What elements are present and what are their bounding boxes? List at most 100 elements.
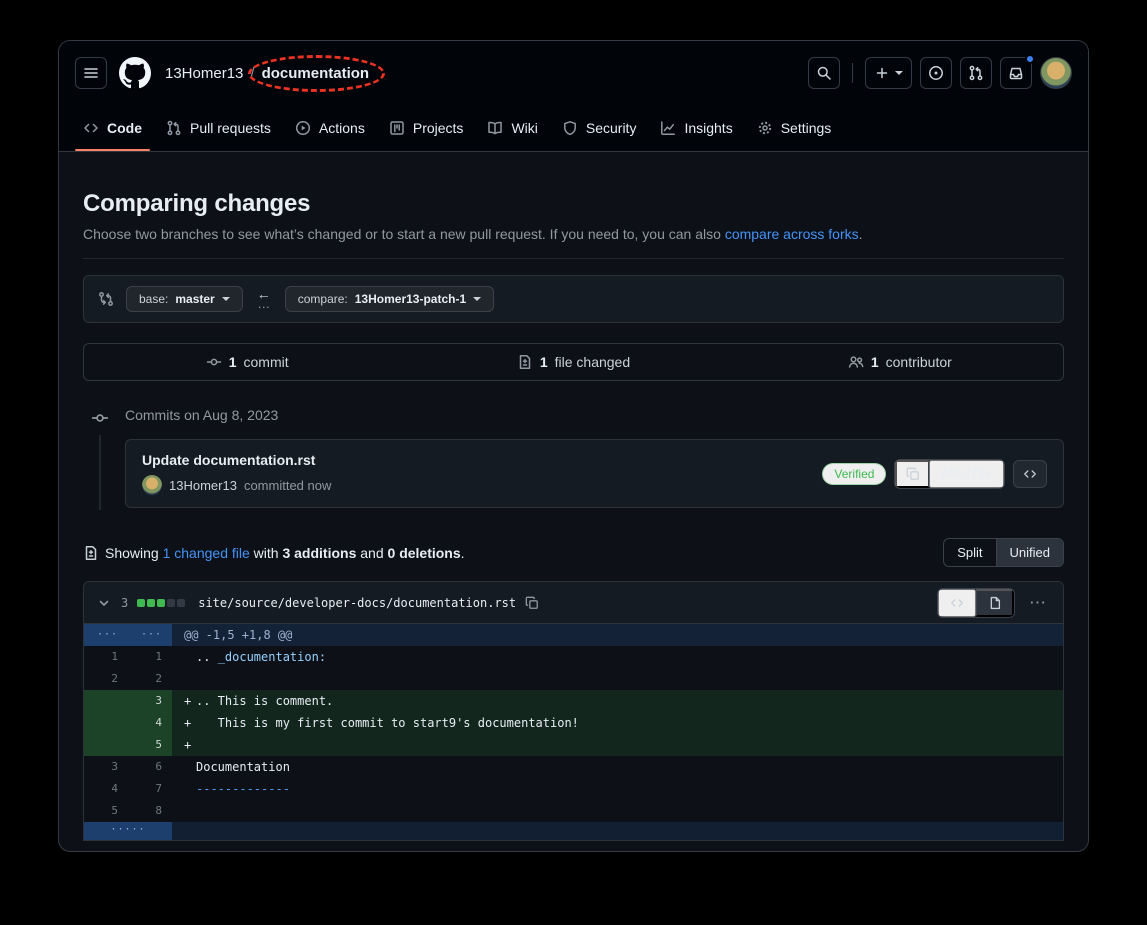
tab-insights[interactable]: Insights (652, 105, 740, 151)
gear-icon (757, 120, 773, 136)
expand-button[interactable]: ····· (84, 822, 172, 840)
line-text: ------------- (196, 782, 290, 796)
hunk-gutter-dots[interactable]: ··· (128, 624, 172, 646)
old-line-number[interactable] (84, 690, 128, 712)
verified-badge[interactable]: Verified (822, 463, 886, 485)
chevron-down-icon[interactable] (96, 595, 112, 611)
commit-author-link[interactable]: 13Homer13 (169, 478, 237, 493)
rich-view-button[interactable] (976, 589, 1014, 617)
commit-sha-button[interactable]: 60adfbe (929, 460, 1004, 488)
copy-icon (906, 467, 920, 481)
old-line-number[interactable]: 5 (84, 800, 128, 822)
summary-prefix: Showing (105, 545, 163, 561)
line-code: ------------- (172, 778, 1063, 800)
new-line-number[interactable]: 1 (128, 646, 172, 668)
copy-sha-button[interactable] (895, 460, 929, 488)
play-circle-icon (295, 120, 311, 136)
new-line-number[interactable]: 5 (128, 734, 172, 756)
line-code: + This is my first commit to start9's do… (172, 712, 1063, 734)
commit-card: Update documentation.rst 13Homer13 commi… (125, 439, 1064, 508)
issue-opened-icon (928, 65, 944, 81)
hunk-gutter-dots[interactable]: ··· (84, 624, 128, 646)
search-icon (816, 65, 832, 81)
inbox-button[interactable] (1000, 57, 1032, 89)
caret-down-icon (895, 71, 903, 75)
line-code: .. _documentation: (172, 646, 1063, 668)
breadcrumb-repo-link[interactable]: documentation (262, 65, 370, 82)
tab-actions[interactable]: Actions (287, 105, 373, 151)
diff-summary-row: Showing 1 changed file with 3 additions … (83, 538, 1064, 567)
old-line-number[interactable]: 2 (84, 668, 128, 690)
browse-repo-button[interactable] (1013, 460, 1047, 488)
commit-meta-text: committed now (244, 478, 331, 493)
tab-settings[interactable]: Settings (749, 105, 840, 151)
tab-pull-requests[interactable]: Pull requests (158, 105, 279, 151)
tab-projects[interactable]: Projects (381, 105, 472, 151)
stat-square-neutral (167, 599, 175, 607)
old-line-number[interactable]: 1 (84, 646, 128, 668)
tab-wiki[interactable]: Wiki (479, 105, 545, 151)
new-line-number[interactable]: 2 (128, 668, 172, 690)
git-pull-request-icon (166, 120, 182, 136)
github-logo[interactable] (119, 57, 151, 89)
tab-label: Wiki (511, 120, 537, 136)
copy-path-button[interactable] (525, 596, 539, 610)
tab-security[interactable]: Security (554, 105, 645, 151)
commit-title-link[interactable]: Update documentation.rst (142, 452, 331, 468)
new-line-number[interactable]: 7 (128, 778, 172, 800)
line-text: Documentation (196, 760, 290, 774)
base-branch-dropdown[interactable]: base: master (126, 286, 243, 312)
line-text: This is my first commit to start9's docu… (196, 716, 579, 730)
compare-label: compare: (298, 292, 348, 306)
compare-across-forks-link[interactable]: compare across forks (725, 226, 859, 242)
diff-file-path[interactable]: site/source/developer-docs/documentation… (198, 596, 516, 610)
tab-code[interactable]: Code (75, 105, 150, 151)
breadcrumb-owner-link[interactable]: 13Homer13 (165, 65, 243, 82)
diff-file-header: 3 site/source/developer-docs/documentati… (84, 582, 1063, 624)
commit-meta: 13Homer13 committed now (142, 475, 331, 495)
diff-line-added: 5 + (84, 734, 1063, 756)
expand-row-fill (172, 822, 1063, 840)
new-line-number[interactable]: 6 (128, 756, 172, 778)
diff-stat-squares (137, 599, 185, 607)
diff-hunk-row: ··· ··· @@ -1,5 +1,8 @@ (84, 624, 1063, 646)
line-code: +.. This is comment. (172, 690, 1063, 712)
split-view-button[interactable]: Split (944, 539, 995, 566)
stat-square-added (147, 599, 155, 607)
new-line-number[interactable]: 3 (128, 690, 172, 712)
avatar[interactable] (1040, 57, 1072, 89)
stat-value: 1 (229, 354, 237, 370)
compare-branch-dropdown[interactable]: compare: 13Homer13-patch-1 (285, 286, 494, 312)
stat-files-changed[interactable]: 1 file changed (410, 344, 736, 380)
search-button[interactable] (808, 57, 840, 89)
commit-icon (206, 354, 222, 370)
old-line-number[interactable] (84, 734, 128, 756)
diff-expand-row: ····· (84, 822, 1063, 840)
stat-contributors[interactable]: 1 contributor (737, 344, 1063, 380)
new-line-number[interactable]: 8 (128, 800, 172, 822)
git-compare-icon (98, 291, 114, 307)
code-icon (1023, 467, 1037, 481)
old-line-number[interactable] (84, 712, 128, 734)
commit-author-avatar[interactable] (142, 475, 162, 495)
issues-button[interactable] (920, 57, 952, 89)
hamburger-menu-button[interactable] (75, 57, 107, 89)
unified-view-button[interactable]: Unified (996, 539, 1063, 566)
pull-requests-button[interactable] (960, 57, 992, 89)
new-line-number[interactable]: 4 (128, 712, 172, 734)
create-new-button[interactable] (865, 57, 912, 89)
old-line-number[interactable]: 3 (84, 756, 128, 778)
stat-label: contributor (886, 354, 952, 370)
old-line-number[interactable]: 4 (84, 778, 128, 800)
diff-sign: + (184, 712, 196, 734)
summary-mid2: and (356, 545, 387, 561)
stat-value: 1 (540, 354, 548, 370)
source-view-button[interactable] (938, 589, 976, 617)
stat-value: 1 (871, 354, 879, 370)
changed-files-link[interactable]: 1 changed file (163, 545, 250, 561)
diff-line-added: 4 + This is my first commit to start9's … (84, 712, 1063, 734)
diff-line-context: 3 6 Documentation (84, 756, 1063, 778)
stat-commits[interactable]: 1 commit (84, 344, 410, 380)
commit-actions: Verified 60adfbe (822, 459, 1047, 489)
kebab-menu-button[interactable]: ⋯ (1025, 593, 1051, 613)
